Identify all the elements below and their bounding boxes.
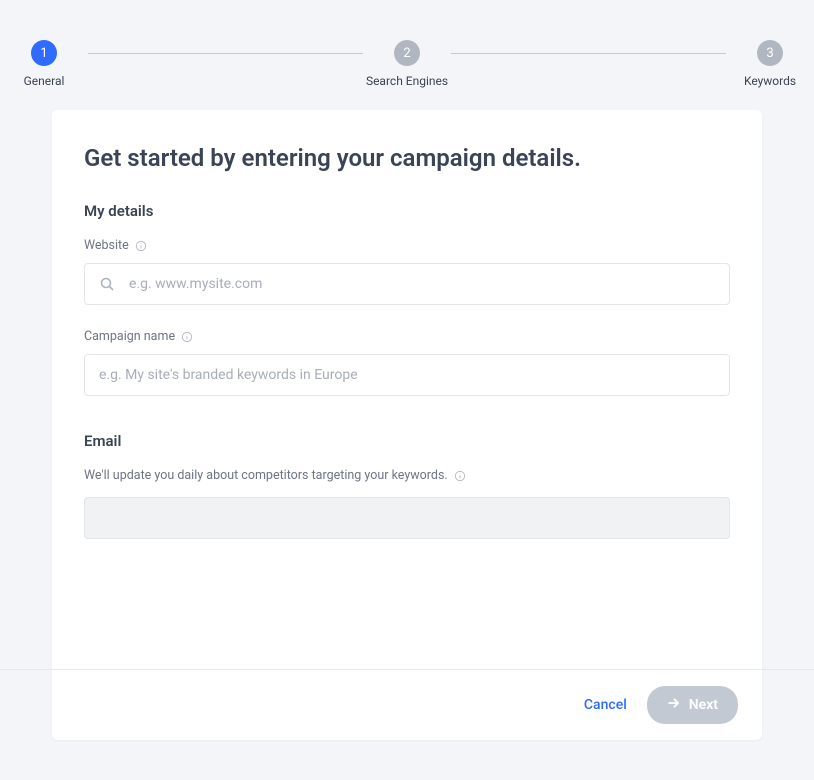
section-my-details: My details Website (84, 202, 730, 396)
step-circle-3: 3 (757, 40, 783, 66)
step-circle-2: 2 (394, 40, 420, 66)
step-line (88, 53, 363, 54)
page-title: Get started by entering your campaign de… (84, 144, 730, 172)
info-icon[interactable] (135, 240, 147, 252)
search-icon (99, 276, 115, 292)
info-icon[interactable] (181, 331, 193, 343)
website-input-wrap (84, 263, 730, 305)
form-body: Get started by entering your campaign de… (52, 110, 762, 669)
form-card: Get started by entering your campaign de… (52, 110, 762, 740)
email-heading: Email (84, 432, 730, 450)
next-button-label: Next (689, 697, 718, 713)
email-input-wrap (84, 497, 730, 539)
step-label-2: Search Engines (366, 74, 448, 88)
website-label: Website (84, 238, 129, 253)
field-campaign-name: Campaign name (84, 329, 730, 396)
next-button[interactable]: Next (647, 686, 738, 724)
step-label-3: Keywords (744, 74, 796, 88)
info-icon[interactable] (454, 470, 466, 482)
step-label-1: General (24, 74, 65, 88)
campaign-name-label: Campaign name (84, 329, 175, 344)
arrow-right-icon (667, 696, 681, 714)
email-input (85, 498, 729, 538)
website-input[interactable] (115, 264, 729, 304)
step-general[interactable]: 1 General (0, 40, 88, 88)
step-circle-1: 1 (31, 40, 57, 66)
section-email: Email We'll update you daily about compe… (84, 432, 730, 539)
step-search-engines[interactable]: 2 Search Engines (363, 40, 451, 88)
campaign-name-input[interactable] (85, 355, 729, 395)
field-website: Website (84, 238, 730, 305)
stepper: 1 General 2 Search Engines 3 Keywords (0, 0, 814, 110)
my-details-heading: My details (84, 202, 730, 220)
email-description: We'll update you daily about competitors… (84, 468, 448, 483)
campaign-name-input-wrap (84, 354, 730, 396)
step-keywords[interactable]: 3 Keywords (726, 40, 814, 88)
form-footer: Cancel Next (52, 669, 762, 740)
step-line (451, 53, 726, 54)
cancel-button[interactable]: Cancel (584, 697, 627, 713)
